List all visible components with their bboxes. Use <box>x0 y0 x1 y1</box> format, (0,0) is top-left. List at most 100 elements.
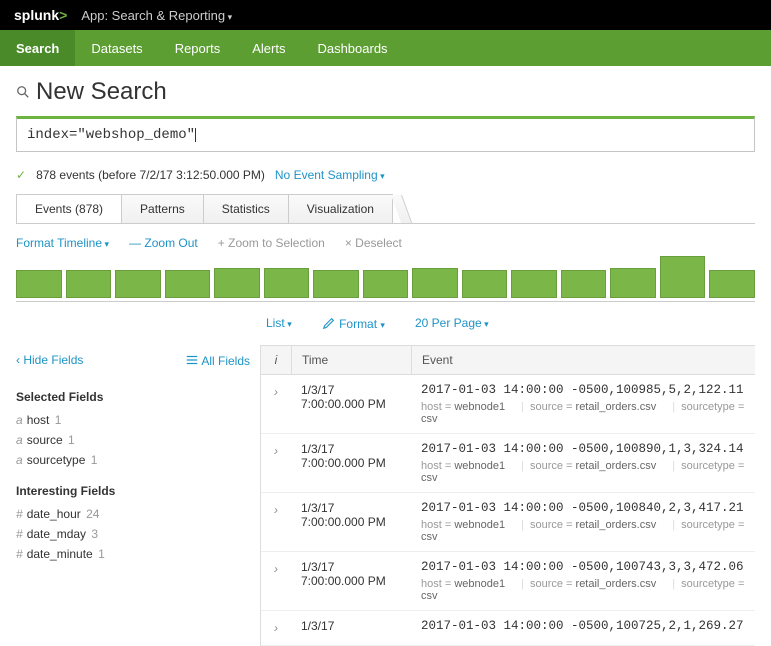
all-fields-button[interactable]: All Fields <box>185 353 250 368</box>
meta-host[interactable]: webnode1 <box>454 460 505 472</box>
event-body: 2017-01-03 14:00:00 -0500,100890,1,3,324… <box>411 434 755 492</box>
hide-fields-button[interactable]: ‹ Hide Fields <box>16 353 83 368</box>
expand-row-button[interactable]: › <box>261 552 291 610</box>
timeline-controls: Format Timeline — Zoom Out + Zoom to Sel… <box>16 224 755 262</box>
event-sampling-dropdown[interactable]: No Event Sampling <box>275 168 385 182</box>
interesting-fields-heading: Interesting Fields <box>16 484 250 498</box>
col-header-time[interactable]: Time <box>291 346 411 374</box>
event-raw[interactable]: 2017-01-03 14:00:00 -0500,100890,1,3,324… <box>421 442 745 456</box>
meta-source[interactable]: retail_orders.csv <box>576 401 657 413</box>
event-meta: host = webnode1|source = retail_orders.c… <box>421 519 745 543</box>
list-mode-dropdown[interactable]: List <box>266 316 292 331</box>
timeline-bar[interactable] <box>511 270 557 298</box>
result-tab-1[interactable]: Patterns <box>121 194 204 223</box>
selected-fields-heading: Selected Fields <box>16 390 250 404</box>
expand-row-button[interactable]: › <box>261 611 291 645</box>
timeline-bar[interactable] <box>363 270 409 298</box>
nav-tab-reports[interactable]: Reports <box>159 30 237 66</box>
timeline-bar[interactable] <box>214 268 260 298</box>
meta-source[interactable]: retail_orders.csv <box>576 578 657 590</box>
meta-host[interactable]: webnode1 <box>454 578 505 590</box>
meta-host[interactable]: webnode1 <box>454 519 505 531</box>
fields-sidebar: ‹ Hide Fields All Fields Selected Fields… <box>16 345 261 646</box>
timeline-bar[interactable] <box>66 270 112 298</box>
expand-row-button[interactable]: › <box>261 375 291 433</box>
deselect-button: × Deselect <box>345 236 402 250</box>
zoom-out-button[interactable]: — Zoom Out <box>129 236 198 250</box>
events-table-header: i Time Event <box>261 345 755 375</box>
pencil-icon <box>322 316 336 330</box>
timeline-bar[interactable] <box>660 256 706 298</box>
timeline-bar[interactable] <box>610 268 656 298</box>
expand-row-button[interactable]: › <box>261 434 291 492</box>
per-page-dropdown[interactable]: 20 Per Page <box>415 316 489 331</box>
events-toolbar: List Format 20 Per Page <box>16 302 755 345</box>
event-time: 1/3/177:00:00.000 PM <box>291 493 411 551</box>
format-timeline-dropdown[interactable]: Format Timeline <box>16 236 109 250</box>
field-row[interactable]: a sourcetype 1 <box>16 450 250 470</box>
nav-tab-dashboards[interactable]: Dashboards <box>301 30 403 66</box>
field-name: host <box>27 413 50 427</box>
meta-sourcetype[interactable]: csv <box>421 531 438 543</box>
timeline-bar[interactable] <box>709 270 755 298</box>
expand-row-button[interactable]: › <box>261 493 291 551</box>
field-count: 1 <box>87 453 97 467</box>
nav-tab-datasets[interactable]: Datasets <box>75 30 158 66</box>
event-raw[interactable]: 2017-01-03 14:00:00 -0500,100743,3,3,472… <box>421 560 745 574</box>
timeline-chart[interactable] <box>16 262 755 302</box>
timeline-bar[interactable] <box>16 270 62 298</box>
field-row[interactable]: #date_hour 24 <box>16 504 250 524</box>
event-body: 2017-01-03 14:00:00 -0500,100725,2,1,269… <box>411 611 755 645</box>
event-raw[interactable]: 2017-01-03 14:00:00 -0500,100725,2,1,269… <box>421 619 745 633</box>
timeline-bar[interactable] <box>313 270 359 298</box>
field-name: sourcetype <box>27 453 86 467</box>
event-body: 2017-01-03 14:00:00 -0500,100743,3,3,472… <box>411 552 755 610</box>
field-row[interactable]: ahost 1 <box>16 410 250 430</box>
event-time: 1/3/177:00:00.000 PM <box>291 434 411 492</box>
field-row[interactable]: #date_mday 3 <box>16 524 250 544</box>
global-topbar: splunk> App: Search & Reporting <box>0 0 771 30</box>
nav-tab-alerts[interactable]: Alerts <box>236 30 301 66</box>
meta-sourcetype[interactable]: csv <box>421 590 438 602</box>
field-type: # <box>16 527 23 541</box>
meta-source[interactable]: retail_orders.csv <box>576 519 657 531</box>
event-body: 2017-01-03 14:00:00 -0500,100840,2,3,417… <box>411 493 755 551</box>
field-type: a <box>16 413 23 427</box>
field-row[interactable]: #date_minute 1 <box>16 544 250 564</box>
app-selector[interactable]: App: Search & Reporting <box>81 8 232 23</box>
timeline-bar[interactable] <box>264 268 310 298</box>
event-row: ›1/3/177:00:00.000 PM 2017-01-03 14:00:00… <box>261 493 755 552</box>
timeline-bar[interactable] <box>561 270 607 298</box>
search-input[interactable]: index="webshop_demo" <box>27 127 195 143</box>
event-raw[interactable]: 2017-01-03 14:00:00 -0500,100985,5,2,122… <box>421 383 745 397</box>
meta-sourcetype[interactable]: csv <box>421 413 438 425</box>
field-type: a <box>16 433 23 447</box>
field-count: 1 <box>51 413 61 427</box>
meta-host[interactable]: webnode1 <box>454 401 505 413</box>
event-raw[interactable]: 2017-01-03 14:00:00 -0500,100840,2,3,417… <box>421 501 745 515</box>
search-bar[interactable]: index="webshop_demo" <box>16 116 755 152</box>
field-row[interactable]: asource 1 <box>16 430 250 450</box>
result-tab-3[interactable]: Visualization <box>288 194 393 223</box>
nav-tab-search[interactable]: Search <box>0 30 75 66</box>
field-type: # <box>16 507 23 521</box>
result-tab-2[interactable]: Statistics <box>203 194 289 223</box>
timeline-bar[interactable] <box>115 270 161 298</box>
search-icon <box>16 85 30 99</box>
page-title-text: New Search <box>36 78 167 106</box>
timeline-bar[interactable] <box>165 270 211 298</box>
field-type: a <box>16 453 23 467</box>
meta-sourcetype[interactable]: csv <box>421 472 438 484</box>
meta-source[interactable]: retail_orders.csv <box>576 460 657 472</box>
timeline-bar[interactable] <box>412 268 458 298</box>
field-type: # <box>16 547 23 561</box>
events-table: i Time Event ›1/3/177:00:00.000 PM2017-0… <box>261 345 755 646</box>
timeline-bar[interactable] <box>462 270 508 298</box>
event-meta: host = webnode1|source = retail_orders.c… <box>421 401 745 425</box>
result-tab-0[interactable]: Events (878) <box>16 194 122 223</box>
page-title: New Search <box>16 78 755 106</box>
format-dropdown[interactable]: Format <box>322 316 385 331</box>
chevron-left-icon: ‹ <box>16 353 20 367</box>
event-time: 1/3/177:00:00.000 PM <box>291 375 411 433</box>
field-name: date_minute <box>27 547 93 561</box>
